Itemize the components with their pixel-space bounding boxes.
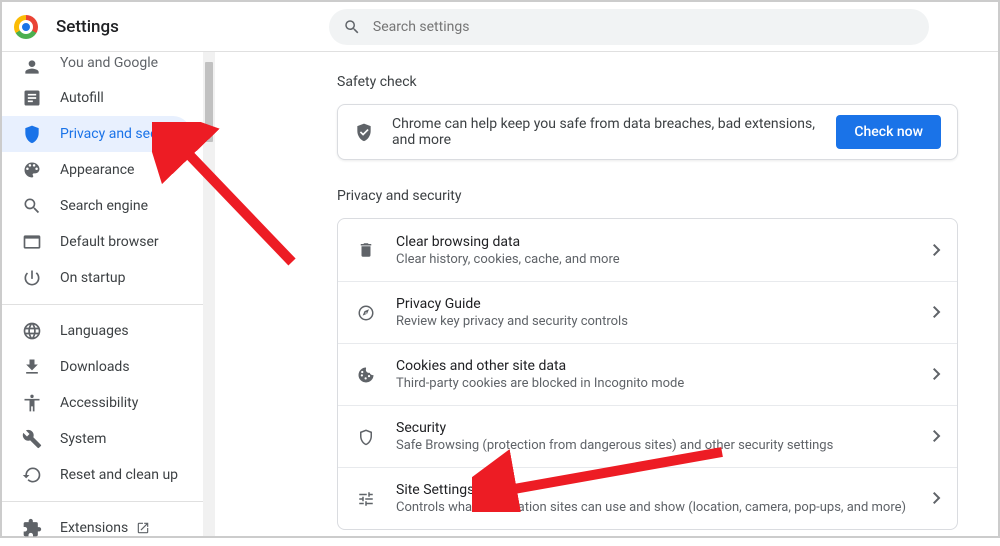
sidebar-item-system[interactable]: System bbox=[2, 421, 191, 457]
sidebar-item-languages[interactable]: Languages bbox=[2, 313, 191, 349]
shield-outline-icon bbox=[356, 428, 376, 446]
sidebar-label: System bbox=[60, 431, 106, 447]
row-cookies[interactable]: Cookies and other site data Third-party … bbox=[338, 343, 957, 405]
shield-check-icon bbox=[354, 122, 374, 142]
row-subtitle: Safe Browsing (protection from dangerous… bbox=[396, 438, 933, 453]
privacy-security-label: Privacy and security bbox=[337, 188, 958, 204]
sidebar-item-accessibility[interactable]: Accessibility bbox=[2, 385, 191, 421]
tune-icon bbox=[356, 490, 376, 508]
person-icon bbox=[22, 57, 42, 77]
safety-check-text: Chrome can help keep you safe from data … bbox=[392, 116, 836, 148]
row-subtitle: Clear history, cookies, cache, and more bbox=[396, 252, 933, 267]
search-input[interactable] bbox=[373, 19, 915, 35]
safety-check-card: Chrome can help keep you safe from data … bbox=[337, 104, 958, 160]
sidebar-label: Default browser bbox=[60, 234, 159, 250]
chrome-logo-icon bbox=[14, 15, 38, 39]
header-title: Settings bbox=[56, 17, 119, 37]
chevron-right-icon bbox=[933, 365, 941, 384]
sidebar-item-search-engine[interactable]: Search engine bbox=[2, 188, 191, 224]
content-area: Safety check Chrome can help keep you sa… bbox=[207, 52, 998, 536]
sidebar-item-you-and-google[interactable]: You and Google bbox=[2, 54, 191, 80]
privacy-security-card: Clear browsing data Clear history, cooki… bbox=[337, 218, 958, 530]
search-bar[interactable] bbox=[329, 9, 929, 45]
row-subtitle: Review key privacy and security controls bbox=[396, 314, 933, 329]
sidebar-label: Reset and clean up bbox=[60, 467, 178, 483]
open-in-new-icon bbox=[136, 521, 150, 535]
sidebar-label: Languages bbox=[60, 323, 129, 339]
row-title: Privacy Guide bbox=[396, 296, 933, 312]
trash-icon bbox=[356, 241, 376, 259]
sidebar-label: Privacy and security bbox=[60, 126, 184, 142]
sidebar-item-appearance[interactable]: Appearance bbox=[2, 152, 191, 188]
chevron-right-icon bbox=[933, 427, 941, 446]
scrollbar-thumb[interactable] bbox=[205, 62, 213, 142]
extension-icon bbox=[22, 518, 42, 538]
sidebar-item-extensions[interactable]: Extensions bbox=[2, 510, 191, 546]
sidebar-label: On startup bbox=[60, 270, 126, 286]
cookie-icon bbox=[356, 366, 376, 384]
row-clear-browsing-data[interactable]: Clear browsing data Clear history, cooki… bbox=[338, 219, 957, 281]
sidebar-scrollbar[interactable] bbox=[203, 52, 215, 536]
check-now-button[interactable]: Check now bbox=[836, 115, 941, 149]
row-title: Clear browsing data bbox=[396, 234, 933, 250]
search-icon bbox=[22, 196, 42, 216]
row-title: Cookies and other site data bbox=[396, 358, 933, 374]
row-subtitle: Third-party cookies are blocked in Incog… bbox=[396, 376, 933, 391]
sidebar-item-downloads[interactable]: Downloads bbox=[2, 349, 191, 385]
row-site-settings[interactable]: Site Settings Controls what information … bbox=[338, 467, 957, 529]
globe-icon bbox=[22, 321, 42, 341]
sidebar-item-reset-and-clean-up[interactable]: Reset and clean up bbox=[2, 457, 191, 493]
safety-check-label: Safety check bbox=[337, 74, 958, 90]
search-icon bbox=[343, 18, 361, 36]
shield-icon bbox=[22, 124, 42, 144]
palette-icon bbox=[22, 160, 42, 180]
sidebar-label: Appearance bbox=[60, 162, 134, 178]
compass-icon bbox=[356, 304, 376, 322]
sidebar-label: Downloads bbox=[60, 359, 130, 375]
sidebar-item-default-browser[interactable]: Default browser bbox=[2, 224, 191, 260]
chevron-right-icon bbox=[933, 303, 941, 322]
sidebar-label: Autofill bbox=[60, 90, 104, 106]
power-icon bbox=[22, 268, 42, 288]
sidebar-item-privacy-and-security[interactable]: Privacy and security bbox=[2, 116, 191, 152]
chevron-right-icon bbox=[933, 489, 941, 508]
sidebar-divider bbox=[2, 304, 207, 305]
accessibility-icon bbox=[22, 393, 42, 413]
sidebar-label: You and Google bbox=[60, 55, 158, 71]
sidebar: You and Google Autofill Privacy and secu… bbox=[2, 52, 207, 536]
sidebar-label: Accessibility bbox=[60, 395, 138, 411]
wrench-icon bbox=[22, 429, 42, 449]
row-title: Site Settings bbox=[396, 482, 933, 498]
row-title: Security bbox=[396, 420, 933, 436]
sidebar-item-on-startup[interactable]: On startup bbox=[2, 260, 191, 296]
app-header: Settings bbox=[2, 2, 998, 52]
browser-icon bbox=[22, 232, 42, 252]
restore-icon bbox=[22, 465, 42, 485]
autofill-icon bbox=[22, 88, 42, 108]
row-subtitle: Controls what information sites can use … bbox=[396, 500, 933, 515]
download-icon bbox=[22, 357, 42, 377]
sidebar-label: Search engine bbox=[60, 198, 148, 214]
sidebar-divider bbox=[2, 501, 207, 502]
sidebar-label: Extensions bbox=[60, 520, 128, 536]
row-security[interactable]: Security Safe Browsing (protection from … bbox=[338, 405, 957, 467]
row-privacy-guide[interactable]: Privacy Guide Review key privacy and sec… bbox=[338, 281, 957, 343]
chevron-right-icon bbox=[933, 241, 941, 260]
sidebar-item-autofill[interactable]: Autofill bbox=[2, 80, 191, 116]
